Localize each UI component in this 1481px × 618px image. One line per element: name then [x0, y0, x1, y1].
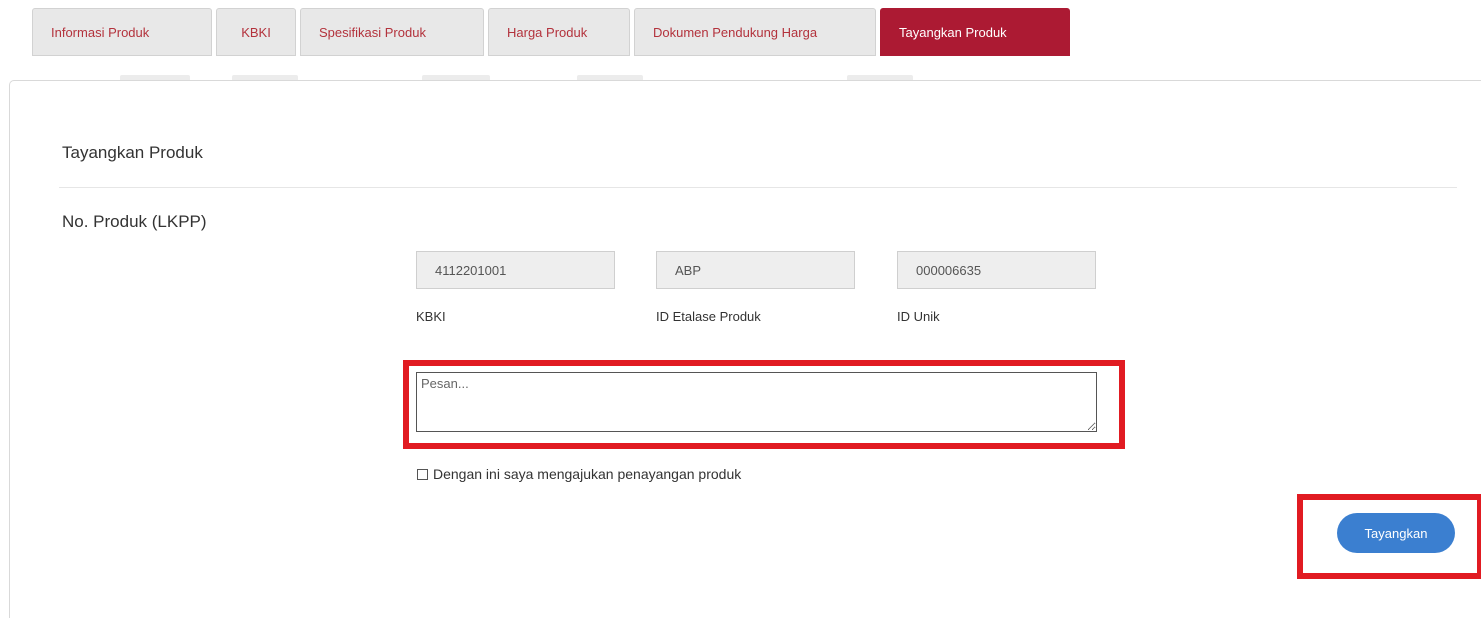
product-tabs: Informasi Produk KBKI Spesifikasi Produk… — [32, 8, 1070, 56]
content-panel — [9, 80, 1481, 618]
tab-tayangkan-produk[interactable]: Tayangkan Produk — [880, 8, 1070, 56]
checkbox-icon[interactable] — [417, 468, 428, 480]
etalase-id-field: ABP — [656, 251, 855, 289]
tab-spesifikasi-produk[interactable]: Spesifikasi Produk — [300, 8, 484, 56]
page-title: Tayangkan Produk — [62, 143, 203, 162]
tab-informasi-produk[interactable]: Informasi Produk — [32, 8, 212, 56]
unique-id-field: 000006635 — [897, 251, 1096, 289]
divider — [59, 187, 1457, 188]
message-textarea[interactable] — [416, 372, 1097, 432]
tab-dokumen-pendukung-harga[interactable]: Dokumen Pendukung Harga — [634, 8, 876, 56]
agreement-label: Dengan ini saya mengajukan penayangan pr… — [433, 466, 742, 482]
tab-kbki[interactable]: KBKI — [216, 8, 296, 56]
etalase-id-label: ID Etalase Produk — [656, 309, 761, 324]
kbki-field: 4112201001 — [416, 251, 615, 289]
agreement-checkbox[interactable]: Dengan ini saya mengajukan penayangan pr… — [417, 466, 741, 482]
tayangkan-button[interactable]: Tayangkan — [1337, 513, 1455, 553]
tab-harga-produk[interactable]: Harga Produk — [488, 8, 630, 56]
unique-id-label: ID Unik — [897, 309, 940, 324]
kbki-label: KBKI — [416, 309, 446, 324]
product-number-label: No. Produk (LKPP) — [62, 212, 207, 231]
